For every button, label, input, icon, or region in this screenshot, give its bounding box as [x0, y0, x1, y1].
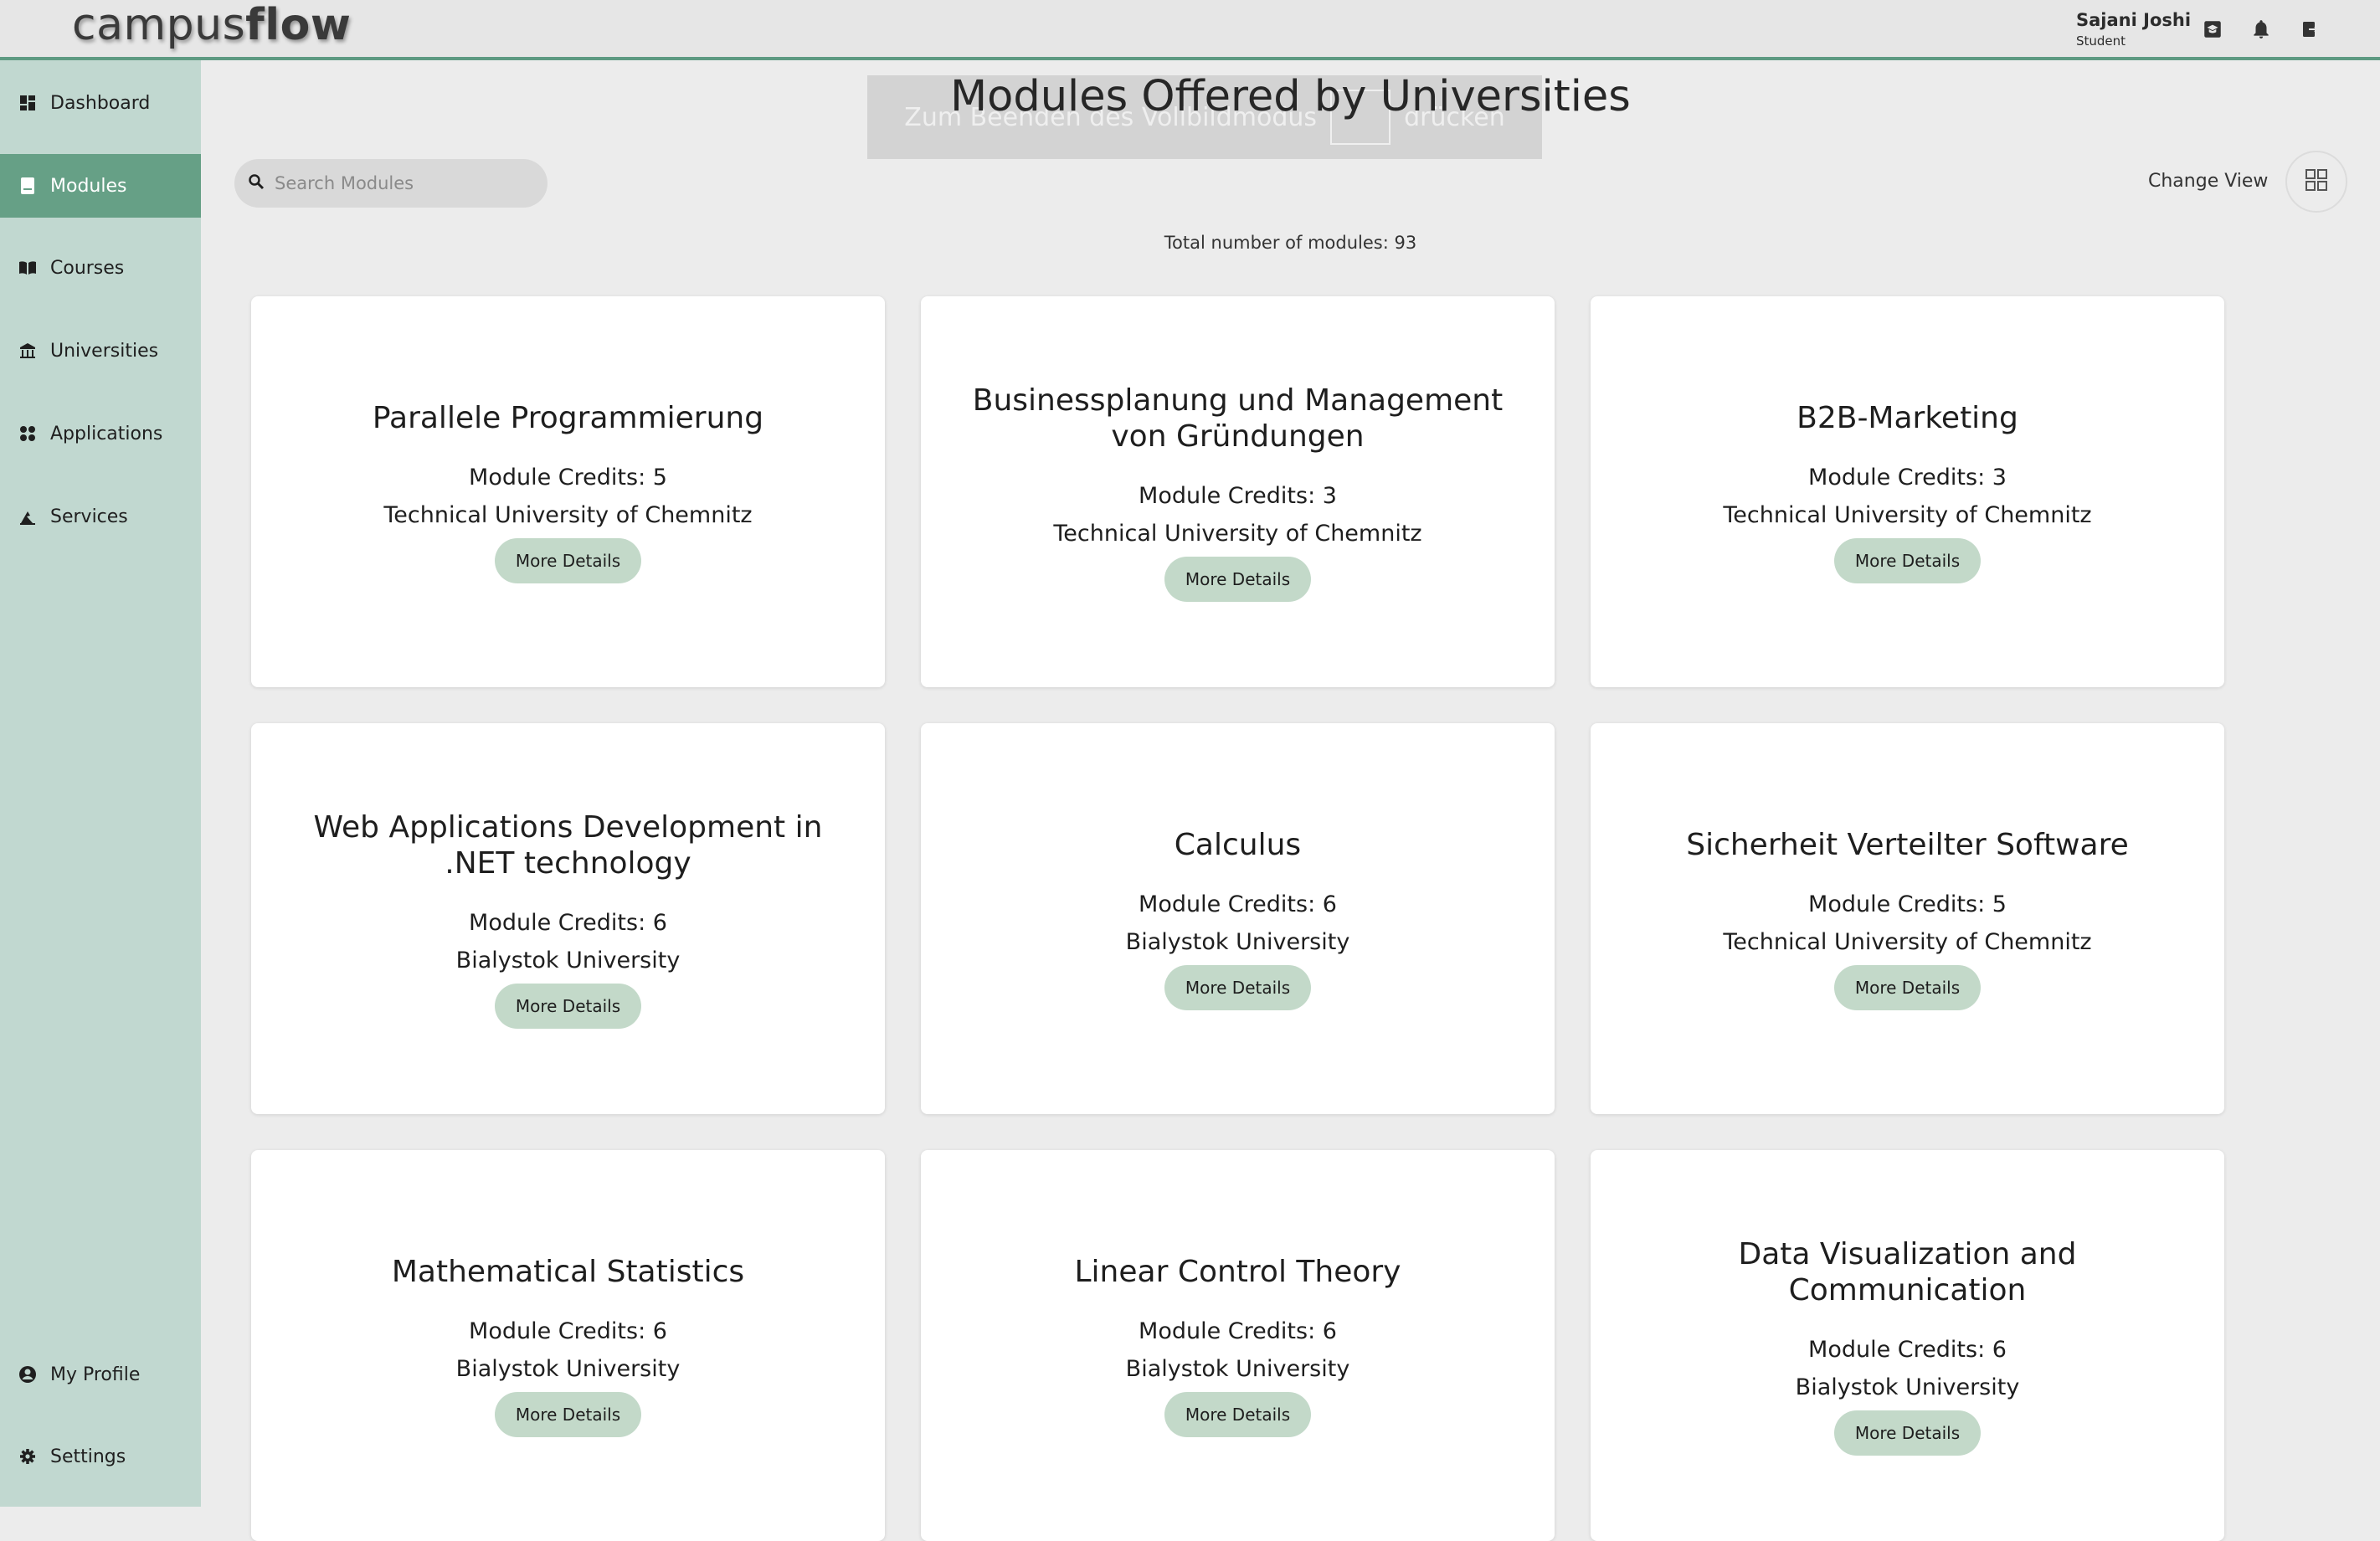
sidebar-item-label: Dashboard	[50, 92, 151, 114]
sidebar-item-label: Applications	[50, 423, 163, 444]
change-view-label: Change View	[2148, 171, 2269, 192]
user-name: Sajani Joshi	[2076, 10, 2192, 30]
module-university: Technical University of Chemnitz	[1723, 929, 2092, 955]
page-title: Modules Offered by Universities	[950, 72, 1631, 121]
module-university: Technical University of Chemnitz	[383, 502, 753, 528]
user-circle-icon	[18, 1365, 37, 1384]
sidebar-item-label: Services	[50, 506, 128, 527]
graduation-cap-icon[interactable]	[2200, 17, 2225, 42]
more-details-button[interactable]: More Details	[1833, 538, 1982, 583]
sidebar-item-settings[interactable]: Settings	[0, 1425, 201, 1488]
more-details-button[interactable]: More Details	[1833, 965, 1982, 1010]
module-card: Parallele Programmierung Module Credits:…	[251, 296, 885, 687]
book-icon	[18, 177, 37, 195]
module-credits: Module Credits: 6	[469, 909, 667, 936]
module-title: Sicherheit Verteilter Software	[1686, 828, 2129, 862]
change-view-button[interactable]	[2285, 151, 2347, 213]
more-details-button[interactable]: More Details	[494, 538, 642, 583]
search-bar[interactable]	[234, 159, 547, 208]
sidebar-item-label: Modules	[50, 175, 127, 197]
module-card: Linear Control Theory Module Credits: 6 …	[921, 1150, 1555, 1541]
module-title: Calculus	[1174, 828, 1302, 862]
module-credits: Module Credits: 6	[1139, 891, 1337, 917]
services-icon	[18, 507, 37, 526]
app-logo[interactable]: campusflow	[72, 0, 351, 50]
sidebar-item-courses[interactable]: Courses	[0, 236, 201, 300]
module-title: B2B-Marketing	[1797, 401, 2018, 435]
more-details-button[interactable]: More Details	[1164, 556, 1312, 602]
module-title: Web Applications Development in .NET tec…	[313, 809, 823, 881]
top-bar: campusflow Sajani Joshi Student	[0, 0, 2380, 60]
main-content: Zum Beenden des Vollbildmodus drücken Mo…	[201, 60, 2380, 1541]
module-title: Linear Control Theory	[1074, 1255, 1401, 1289]
module-card: Mathematical Statistics Module Credits: …	[251, 1150, 885, 1541]
module-title: Businessplanung und Management von Gründ…	[972, 383, 1504, 454]
more-details-button[interactable]: More Details	[1833, 1410, 1982, 1456]
bell-icon[interactable]	[2249, 17, 2274, 42]
module-credits: Module Credits: 5	[1808, 891, 2007, 917]
module-credits: Module Credits: 6	[1808, 1336, 2007, 1363]
module-card: Data Visualization and Communication Mod…	[1591, 1150, 2224, 1541]
grid-view-icon	[2305, 168, 2328, 195]
search-icon	[248, 173, 265, 193]
module-university: Bialystok University	[1125, 1356, 1350, 1382]
user-role: Student	[2076, 33, 2126, 49]
sidebar-item-label: Settings	[50, 1446, 126, 1467]
logo-bold-text: flow	[245, 0, 352, 50]
open-book-icon	[18, 259, 37, 277]
module-university: Bialystok University	[455, 947, 681, 973]
sidebar-item-label: Universities	[50, 340, 159, 362]
user-info: Sajani Joshi Student	[2076, 10, 2191, 49]
module-grid: Parallele Programmierung Module Credits:…	[251, 296, 2224, 1541]
sidebar-item-my-profile[interactable]: My Profile	[0, 1343, 201, 1406]
module-university: Technical University of Chemnitz	[1723, 502, 2092, 528]
module-university: Technical University of Chemnitz	[1053, 520, 1422, 547]
module-university: Bialystok University	[1795, 1374, 2020, 1400]
module-university: Bialystok University	[1125, 929, 1350, 955]
module-card: Sicherheit Verteilter Software Module Cr…	[1591, 723, 2224, 1114]
search-input[interactable]	[275, 173, 526, 193]
module-card: Web Applications Development in .NET tec…	[251, 723, 885, 1114]
logo-light-text: campus	[72, 0, 246, 50]
logout-icon[interactable]	[2297, 17, 2322, 42]
more-details-button[interactable]: More Details	[1164, 965, 1312, 1010]
sidebar-item-label: Courses	[50, 257, 125, 279]
sidebar-item-services[interactable]: Services	[0, 485, 201, 548]
dashboard-icon	[18, 94, 37, 112]
module-title: Parallele Programmierung	[372, 401, 764, 435]
sidebar-item-dashboard[interactable]: Dashboard	[0, 71, 201, 135]
apps-icon	[18, 424, 37, 443]
sidebar: Dashboard Modules Courses Universities A…	[0, 60, 201, 1507]
module-credits: Module Credits: 3	[1139, 482, 1337, 509]
gear-icon	[18, 1447, 37, 1466]
university-icon	[18, 342, 37, 360]
module-credits: Module Credits: 6	[1139, 1318, 1337, 1344]
module-title: Data Visualization and Communication	[1738, 1236, 2077, 1307]
sidebar-item-applications[interactable]: Applications	[0, 402, 201, 465]
more-details-button[interactable]: More Details	[1164, 1392, 1312, 1437]
module-credits: Module Credits: 5	[469, 465, 667, 491]
module-credits: Module Credits: 3	[1808, 465, 2007, 491]
more-details-button[interactable]: More Details	[494, 1392, 642, 1437]
total-modules-count: Total number of modules: 93	[1164, 233, 1417, 253]
more-details-button[interactable]: More Details	[494, 983, 642, 1029]
sidebar-item-label: My Profile	[50, 1364, 141, 1385]
module-university: Bialystok University	[455, 1356, 681, 1382]
module-card: Calculus Module Credits: 6 Bialystok Uni…	[921, 723, 1555, 1114]
module-credits: Module Credits: 6	[469, 1318, 667, 1344]
module-card: Businessplanung und Management von Gründ…	[921, 296, 1555, 687]
module-title: Mathematical Statistics	[391, 1255, 745, 1289]
sidebar-item-universities[interactable]: Universities	[0, 319, 201, 383]
sidebar-item-modules[interactable]: Modules	[0, 154, 201, 218]
module-card: B2B-Marketing Module Credits: 3 Technica…	[1591, 296, 2224, 687]
